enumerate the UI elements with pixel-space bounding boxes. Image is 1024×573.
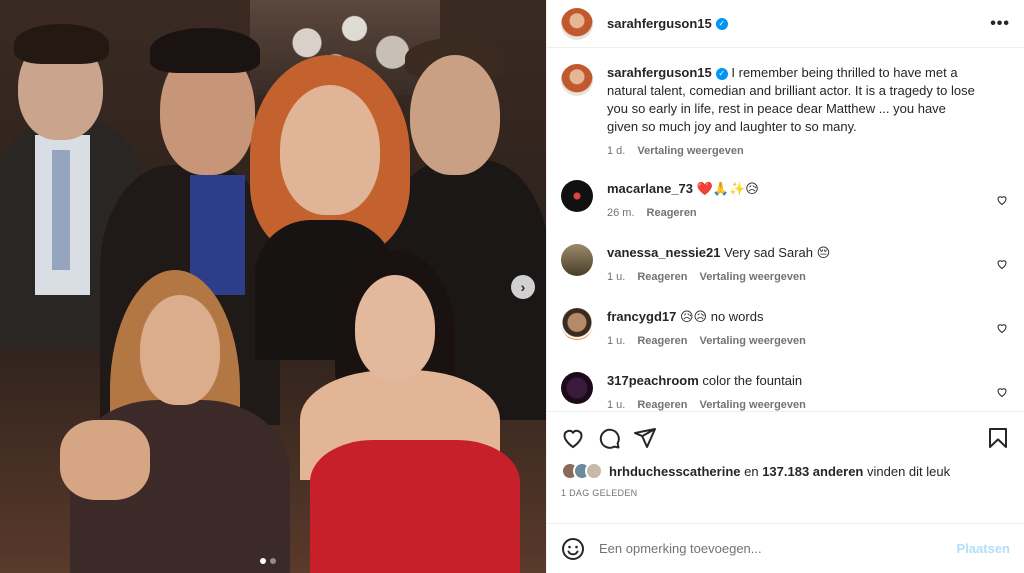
verified-icon: ✓ (715, 68, 728, 80)
header-username[interactable]: sarahferguson15 (607, 16, 712, 31)
liker-avatars (561, 462, 603, 480)
post-comment-button[interactable]: Plaatsen (957, 541, 1010, 556)
add-comment-bar: Plaatsen (547, 523, 1024, 573)
like-comment-heart-icon[interactable] (996, 194, 1008, 206)
post-photo[interactable]: › (0, 0, 546, 573)
comment-input[interactable] (599, 541, 957, 556)
carousel-dot (270, 558, 276, 564)
verified-icon: ✓ (715, 17, 728, 30)
comment-username[interactable]: francygd17 (607, 309, 676, 324)
avatar[interactable] (561, 7, 593, 40)
caption: sarahferguson15 ✓ I remember being thrill… (561, 64, 1010, 160)
smiley-icon[interactable] (561, 537, 585, 561)
post-sidebar: sarahferguson15 ✓ ••• sarahferguson15 ✓ I… (546, 0, 1024, 573)
more-options-icon[interactable]: ••• (990, 15, 1010, 33)
comment-text: Very sad Sarah 😔 (724, 245, 831, 260)
post-timestamp[interactable]: 1 DAG GELEDEN (561, 488, 1010, 498)
comment-text: color the fountain (702, 373, 803, 388)
caption-username[interactable]: sarahferguson15 (607, 65, 712, 80)
commenter-avatar[interactable] (561, 244, 593, 276)
comments-list[interactable]: sarahferguson15 ✓ I remember being thrill… (547, 48, 1024, 411)
post-header: sarahferguson15 ✓ ••• (547, 0, 1024, 48)
comment-row: vanessa_nessie21 Very sad Sarah 😔 1 u. R… (561, 244, 1010, 286)
like-comment-heart-icon[interactable] (996, 386, 1008, 398)
comment-time[interactable]: 1 u. (607, 332, 625, 350)
like-comment-heart-icon[interactable] (996, 258, 1008, 270)
likes-summary: hrhduchesscatherine en 137.183 anderen v… (561, 462, 1010, 480)
instagram-post: › sarahferguson15 ✓ ••• sarahferguson15 ✓… (0, 0, 1024, 573)
reply-button[interactable]: Reageren (647, 204, 697, 222)
comment-time[interactable]: 1 u. (607, 396, 625, 411)
liker-username[interactable]: hrhduchesscatherine (609, 464, 741, 479)
next-image-button[interactable]: › (511, 275, 535, 299)
comment-row: 317peachroom color the fountain 1 u. Rea… (561, 372, 1010, 411)
comment-row: macarlane_73 ❤️🙏✨😥 26 m. Reageren (561, 180, 1010, 222)
comment-username[interactable]: macarlane_73 (607, 181, 693, 196)
bookmark-icon[interactable] (986, 426, 1010, 450)
carousel-dots (260, 558, 276, 564)
translate-button[interactable]: Vertaling weergeven (637, 142, 743, 160)
reply-button[interactable]: Reageren (637, 268, 687, 286)
likes-connector: en (740, 463, 763, 479)
commenter-avatar[interactable] (561, 372, 593, 404)
reply-button[interactable]: Reageren (637, 332, 687, 350)
heart-icon[interactable] (561, 426, 585, 450)
comment-icon[interactable] (597, 426, 621, 450)
translate-button[interactable]: Vertaling weergeven (700, 396, 806, 411)
likes-count[interactable]: 137.183 anderen (762, 464, 863, 479)
comment-username[interactable]: 317peachroom (607, 373, 699, 388)
comment-time[interactable]: 1 u. (607, 268, 625, 286)
caption-time[interactable]: 1 d. (607, 142, 625, 160)
likes-suffix: vinden dit leuk (863, 463, 951, 479)
comment-text: ❤️🙏✨😥 (696, 181, 759, 196)
post-actions: hrhduchesscatherine en 137.183 anderen v… (547, 411, 1024, 523)
translate-button[interactable]: Vertaling weergeven (700, 268, 806, 286)
commenter-avatar[interactable] (561, 180, 593, 212)
translate-button[interactable]: Vertaling weergeven (700, 332, 806, 350)
comment-username[interactable]: vanessa_nessie21 (607, 245, 720, 260)
comment-time[interactable]: 26 m. (607, 204, 635, 222)
reply-button[interactable]: Reageren (637, 396, 687, 411)
comment-text: 😥😥 no words (680, 309, 764, 324)
commenter-avatar[interactable] (561, 308, 593, 340)
like-comment-heart-icon[interactable] (996, 322, 1008, 334)
comment-row: francygd17 😥😥 no words 1 u. Reageren Ver… (561, 308, 1010, 350)
carousel-dot-active (260, 558, 266, 564)
share-icon[interactable] (633, 426, 657, 450)
caption-avatar[interactable] (561, 64, 593, 96)
